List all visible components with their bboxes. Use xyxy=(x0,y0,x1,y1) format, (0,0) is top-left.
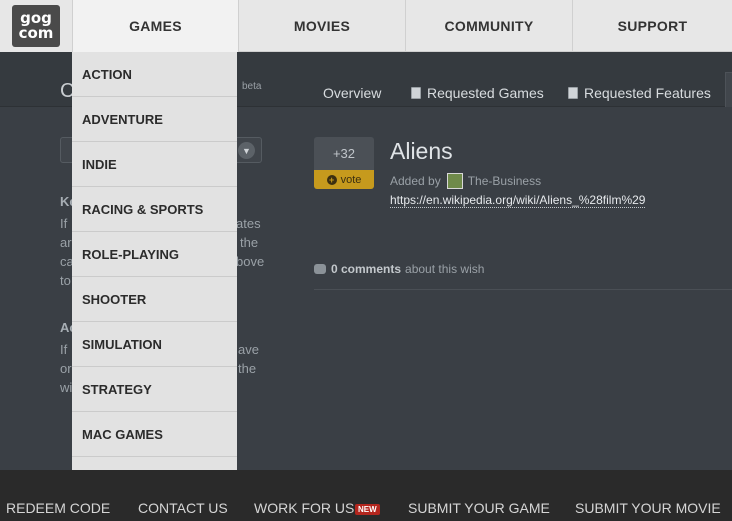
comment-bubble-icon xyxy=(314,264,326,274)
dropdown-item-indie[interactable]: INDIE xyxy=(72,142,237,187)
active-tab-edge[interactable] xyxy=(725,72,732,107)
sidebar-text: or xyxy=(60,361,72,376)
logo-line2: com xyxy=(18,24,54,42)
plus-icon: + xyxy=(326,174,337,185)
tab-requested-games-label: Requested Games xyxy=(427,85,544,101)
dropdown-item-action[interactable]: ACTION xyxy=(72,52,237,97)
dropdown-item-strategy[interactable]: STRATEGY xyxy=(72,367,237,412)
tab-overview[interactable]: Overview xyxy=(323,85,381,101)
sidebar-text: ates xyxy=(236,216,261,231)
dropdown-item-mac-games[interactable]: MAC GAMES xyxy=(72,412,237,457)
wish-link[interactable]: https://en.wikipedia.org/wiki/Aliens_%28… xyxy=(390,193,646,208)
avatar[interactable] xyxy=(446,173,463,189)
new-badge: NEW xyxy=(355,504,380,515)
comments-suffix: about this wish xyxy=(405,262,485,276)
sidebar-text: bove xyxy=(236,254,265,269)
top-navigation: gog com GAMES MOVIES COMMUNITY SUPPORT xyxy=(0,0,732,52)
sidebar-text: If xyxy=(60,216,68,231)
nav-community[interactable]: COMMUNITY xyxy=(405,0,572,52)
sidebar-text: ar xyxy=(60,235,72,250)
sidebar-text: If xyxy=(60,342,68,357)
sidebar-text: to xyxy=(60,273,71,288)
tab-requested-games[interactable]: Requested Games xyxy=(411,85,544,101)
dropdown-item-simulation[interactable]: SIMULATION xyxy=(72,322,237,367)
sidebar-text: the xyxy=(238,361,257,376)
sidebar-text: the xyxy=(240,235,259,250)
footer-work-for-us[interactable]: WORK FOR US xyxy=(254,500,354,516)
footer-submit-movie[interactable]: SUBMIT YOUR MOVIE xyxy=(575,500,721,516)
vote-count: +32 xyxy=(332,146,356,161)
chevron-down-icon[interactable]: ▼ xyxy=(238,142,255,159)
tab-requested-features-label: Requested Features xyxy=(584,85,711,101)
wish-title: Aliens xyxy=(390,138,453,164)
sidebar-text: wi xyxy=(60,380,73,395)
dropdown-item-racing-sports[interactable]: RACING & SPORTS xyxy=(72,187,237,232)
footer-submit-game[interactable]: SUBMIT YOUR GAME xyxy=(408,500,550,516)
nav-support[interactable]: SUPPORT xyxy=(572,0,732,52)
gog-logo[interactable]: gog com xyxy=(12,5,60,47)
dropdown-item-role-playing[interactable]: ROLE-PLAYING xyxy=(72,232,237,277)
added-by: Added by The-Business xyxy=(390,173,541,189)
nav-movies[interactable]: MOVIES xyxy=(238,0,405,52)
tab-requested-features[interactable]: Requested Features xyxy=(568,85,711,101)
footer-contact-us[interactable]: CONTACT US xyxy=(138,500,228,516)
nav-games[interactable]: GAMES xyxy=(72,0,238,52)
games-dropdown: ACTION ADVENTURE INDIE RACING & SPORTS R… xyxy=(72,52,237,470)
tab-overview-label: Overview xyxy=(323,85,382,101)
sidebar-text: ave xyxy=(238,342,259,357)
vote-button[interactable]: + vote xyxy=(314,170,374,189)
dropdown-item-shooter[interactable]: SHOOTER xyxy=(72,277,237,322)
document-icon xyxy=(568,87,578,99)
dropdown-item-adventure[interactable]: ADVENTURE xyxy=(72,97,237,142)
comments-summary: 0 comments about this wish xyxy=(314,262,484,276)
document-icon xyxy=(411,87,421,99)
added-by-label: Added by xyxy=(390,174,441,188)
footer-redeem-code[interactable]: REDEEM CODE xyxy=(6,500,110,516)
author-link[interactable]: The-Business xyxy=(468,174,541,188)
divider xyxy=(314,289,732,290)
beta-label: beta xyxy=(242,81,262,92)
logo-cell[interactable]: gog com xyxy=(0,0,72,52)
comments-count[interactable]: 0 comments xyxy=(331,262,401,276)
vote-button-label: vote xyxy=(340,173,362,186)
